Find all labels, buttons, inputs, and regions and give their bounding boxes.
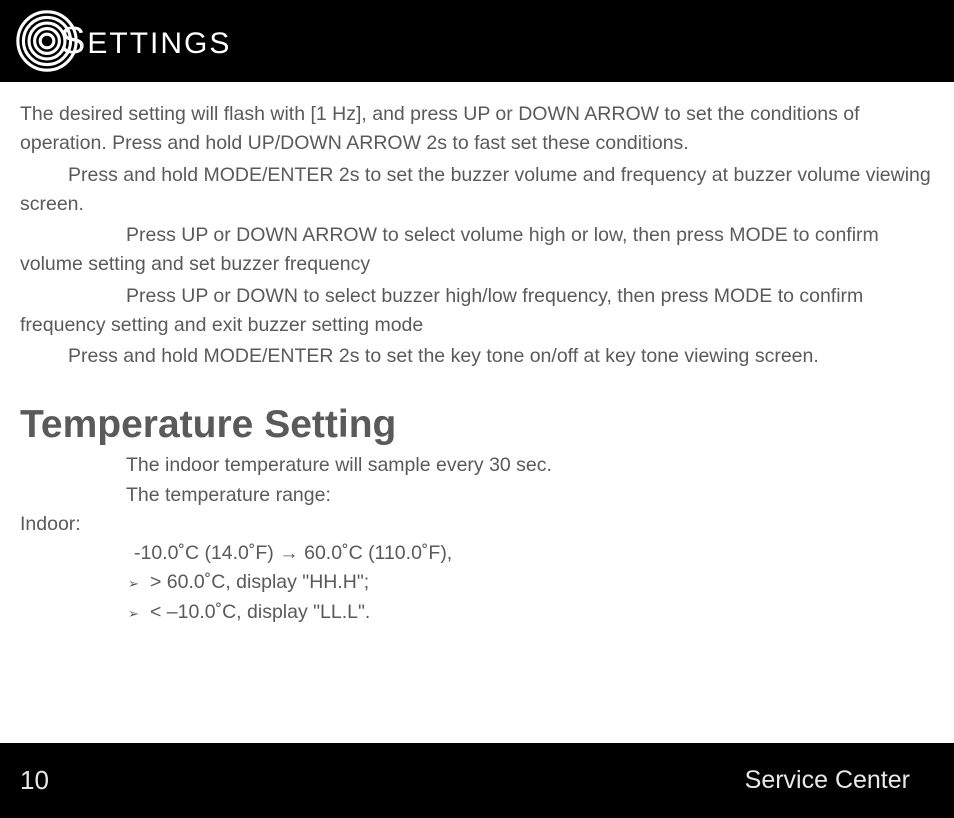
footer-bar: 10 Service Center: [0, 743, 954, 818]
sub-line-1: The indoor temperature will sample every…: [20, 451, 934, 480]
header-title-first: S: [60, 20, 87, 62]
header-title: SETTINGS: [60, 20, 231, 63]
footer-label: Service Center: [745, 766, 910, 795]
paragraph-5: Press and hold MODE/ENTER 2s to set the …: [20, 342, 934, 371]
sub-line-2: The temperature range:: [20, 481, 934, 510]
bullet-2-text: < –10.0˚C, display "LL.L".: [128, 598, 370, 627]
paragraph-2: Press and hold MODE/ENTER 2s to set the …: [20, 161, 934, 220]
indoor-label: Indoor:: [20, 510, 934, 539]
bullet-2: < –10.0˚C, display "LL.L".: [20, 598, 934, 627]
bullet-1: > 60.0˚C, display "HH.H";: [20, 568, 934, 597]
paragraph-4: Press UP or DOWN to select buzzer high/l…: [20, 282, 934, 341]
content-area: The desired setting will flash with [1 H…: [0, 82, 954, 627]
header-title-rest: ETTINGS: [87, 27, 231, 60]
paragraph-3: Press UP or DOWN ARROW to select volume …: [20, 221, 934, 280]
page-number: 10: [20, 765, 49, 796]
range-line: -10.0˚C (14.0˚F) → 60.0˚C (110.0˚F),: [20, 539, 934, 568]
section-title: Temperature Setting: [20, 403, 934, 447]
paragraph-1: The desired setting will flash with [1 H…: [20, 100, 934, 159]
header-bar: SETTINGS: [0, 0, 954, 82]
bullet-1-text: > 60.0˚C, display "HH.H";: [128, 568, 369, 597]
